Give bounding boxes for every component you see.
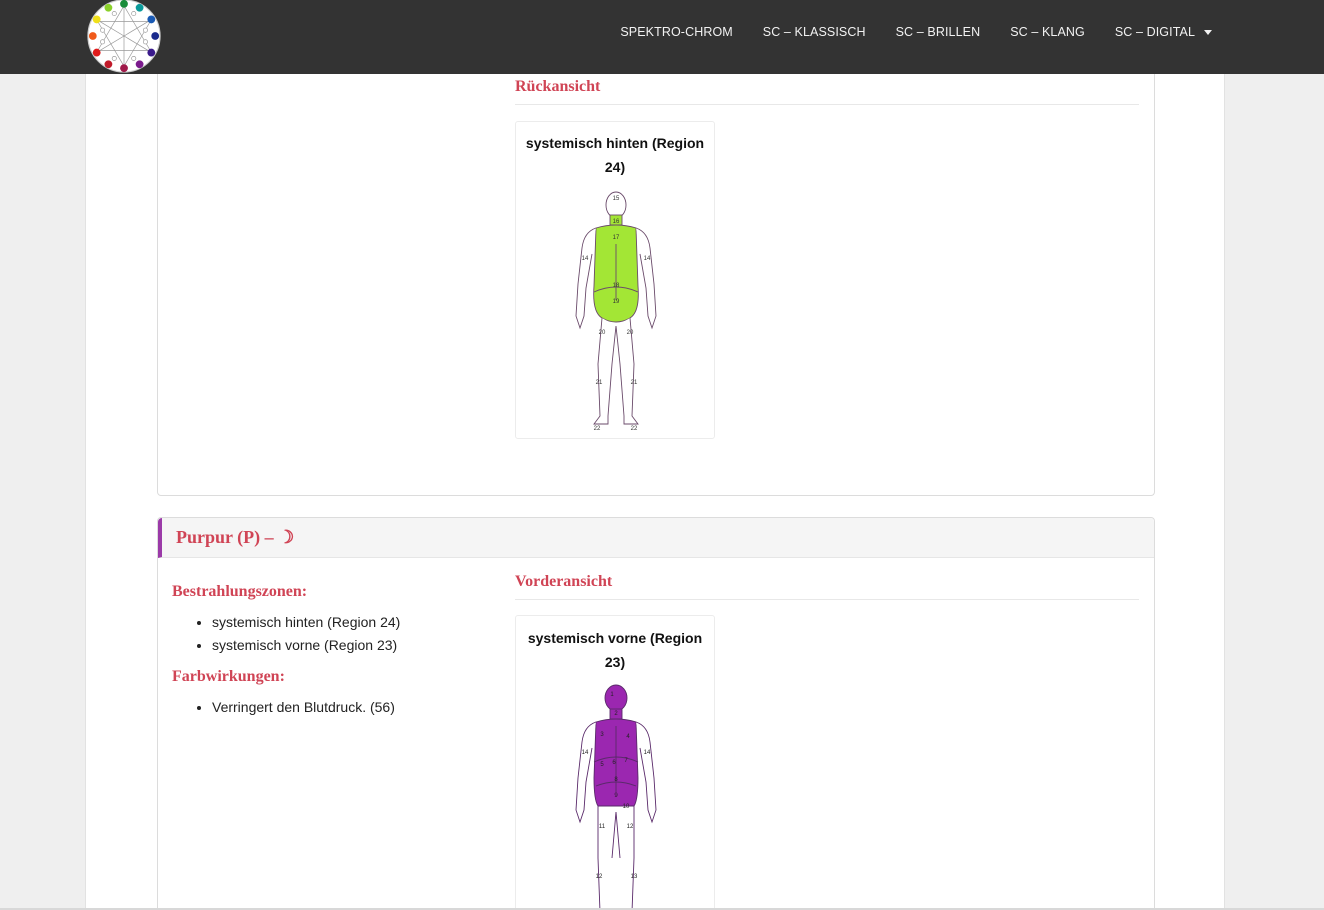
region-label: 15 [613,196,620,202]
region-label: 17 [613,235,620,241]
nav-item-sc-klassisch[interactable]: SC – KLASSISCH [763,25,866,39]
back-view-heading: Rückansicht [515,78,601,95]
panel-header [158,518,1154,558]
nav-item-spektro-chrom[interactable]: SPEKTRO-CHROM [620,25,732,39]
effects-list: Verringert den Blutdruck. (56) [172,696,395,719]
region-label: 21 [631,380,638,386]
region-label: 20 [627,330,634,336]
main-content: Rückansicht systemisch hinten (Region 24… [85,68,1225,910]
caret-down-icon [1204,30,1212,36]
region-card-title: systemisch hinten (Region 24) [525,135,705,175]
region-card-front: systemisch vorne (Region 23) 1 2 3 4 14 … [515,615,715,910]
region-label: 21 [596,380,603,386]
zones-heading: Bestrahlungszonen: [172,583,308,600]
effects-heading: Farbwirkungen: [172,668,285,685]
region-label: 22 [594,426,601,432]
heading-divider [515,599,1139,600]
region-label: 14 [644,750,651,756]
region-label: 13 [631,874,638,880]
body-front-diagram: 1 2 3 4 14 14 5 6 7 8 9 10 11 12 12 13 [575,684,657,910]
nav-item-sc-digital[interactable]: SC – DIGITAL [1115,25,1212,39]
nav-item-sc-brillen[interactable]: SC – BRILLEN [896,25,981,39]
panel-title: Purpur (P) – ☽ [176,527,295,547]
region-label: 22 [631,426,638,432]
region-card-back: systemisch hinten (Region 24) 15 16 17 1… [515,121,715,439]
body-back-diagram: 15 16 17 14 14 18 19 20 20 21 21 22 22 [575,191,657,432]
nav-item-sc-digital-label: SC – DIGITAL [1114,25,1195,39]
region-label: 11 [599,824,606,830]
list-item: systemisch hinten (Region 24) [212,611,400,634]
region-label: 14 [582,750,589,756]
zones-list: systemisch hinten (Region 24) systemisch… [172,611,400,657]
color-panel-previous: Rückansicht systemisch hinten (Region 24… [157,68,1155,496]
region-label: 14 [582,256,589,262]
color-panel-purpur: Purpur (P) – ☽ Bestrahlungszonen: system… [157,517,1155,910]
region-label: 12 [596,874,603,880]
main-nav: SPEKTRO-CHROM SC – KLASSISCH SC – BRILLE… [590,0,1212,64]
list-item: systemisch vorne (Region 23) [212,634,400,657]
region-card-title: systemisch vorne (Region 23) [527,630,703,670]
region-label: 20 [599,330,606,336]
region-label: 19 [613,299,620,305]
region-label: 16 [613,219,620,225]
region-label: 14 [644,256,651,262]
front-view-heading: Vorderansicht [515,573,613,590]
region-label: 12 [627,824,634,830]
region-label: 10 [623,804,630,810]
top-navbar: SPEKTRO-CHROM SC – KLASSISCH SC – BRILLE… [0,0,1324,74]
color-wheel-logo-icon[interactable] [85,0,163,76]
nav-item-sc-klang[interactable]: SC – KLANG [1010,25,1085,39]
heading-divider [515,104,1139,105]
list-item: Verringert den Blutdruck. (56) [212,696,395,719]
region-label: 18 [613,283,620,289]
